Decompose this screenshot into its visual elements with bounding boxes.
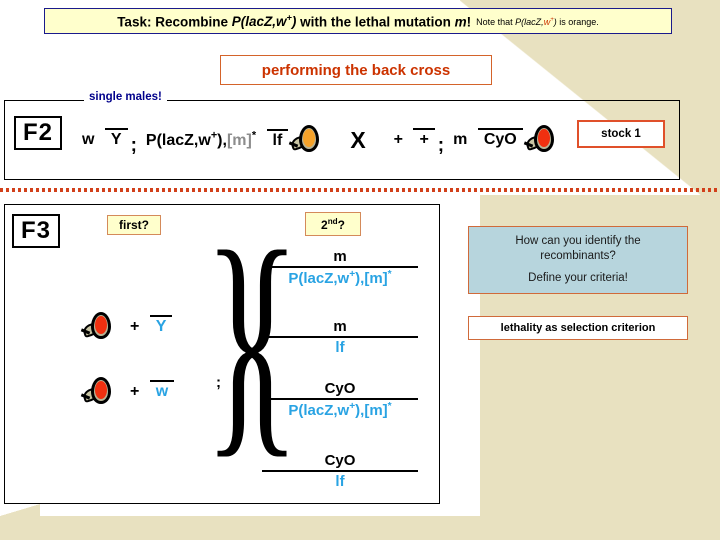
f2-chrom2-close: ), [217,132,227,150]
f2-right-chrom1-numerator: + [393,131,403,149]
f2-right-chrom2-fraction: m CyO [447,128,523,149]
fly-eye [95,381,107,399]
stock-1-box: stock 1 [577,120,665,148]
f3-left-numerator-2: + [130,383,140,401]
fly-icon-orange-eye [289,123,324,157]
fly-eye [95,316,107,334]
identify-line-3: Define your criteria! [528,271,628,284]
f2-left-chrom1-numerator: w [82,131,95,149]
f3-right-numerator-4: CyO [324,452,356,469]
background-bottom-band [0,516,720,540]
f3-r3-bracket: ),[m] [355,402,388,419]
fly-icon-red-eye [80,375,116,409]
task-text-2: with the lethal mutation [296,14,455,30]
f2-generation-tag: F2 [14,116,62,150]
single-males-legend: single males! [84,91,167,103]
f2-left-separator: ; [130,135,137,156]
f2-right-chrom1-denominator: + [413,128,435,149]
f3-right-numerator-3: CyO [324,380,356,397]
note-gene-name: P(lacZ,w+) [515,16,557,27]
f3-right-fraction-4: CyO lf [262,452,418,490]
f2-chrom2-bracket-m: [m] [226,132,252,150]
f3-right-denominator-4: lf [262,470,418,490]
task-label: Task: [117,14,152,30]
task-banner: Task: Recombine P(lacZ,w+) with the leth… [44,8,672,34]
task-banner-note: Note that P(lacZ,w+) is orange. [476,16,599,27]
f3-r1-bracket: ),[m] [355,270,388,287]
f3-right-numerator-2: m [333,318,347,335]
note-prefix: Note that [476,16,516,27]
f2-left-chrom1-fraction: w Y [76,128,128,149]
f3-r3-gene: P(lacZ,w [288,402,350,419]
f2-chrom2-gene: P(lacZ,w [145,132,211,150]
cross-symbol: X [350,126,366,153]
brace-semicolon: ; [216,374,221,391]
f3-left-fraction-2: + w [124,380,175,401]
backcross-banner: performing the back cross [220,55,492,85]
second-question-ordinal: nd [327,216,338,226]
f2-right-chrom1-fraction: + + [388,128,435,149]
f3-generation-tag: F3 [12,214,60,248]
f2-right-separator: ; [437,135,445,156]
f2-left-chrom2-numerator: P(lacZ,w+),[m]* [140,129,262,150]
second-question-box: 2nd? [305,212,361,236]
identify-line-1: How can you identify the [515,234,641,247]
dotted-divider [0,188,720,192]
f2-right-chrom2-numerator: m [453,131,468,149]
f3-left-denominator-1: Y [149,315,173,336]
f3-r1-star: * [387,269,392,280]
f3-left-fraction-1: + Y [124,315,173,336]
second-question-label: 2nd? [321,216,345,232]
task-gene-w: w [276,14,287,30]
note-suffix: is orange. [556,16,599,27]
identify-recombinants-box: How can you identify the recombinants? D… [468,226,688,294]
note-gene-prefix: P(lacZ, [515,16,544,27]
f3-r1-gene: P(lacZ,w [288,270,350,287]
f3-left-numerator-1: + [130,318,140,336]
f3-right-numerator-1: m [333,248,347,265]
task-exclamation: ! [466,14,472,30]
task-text-1: Recombine [151,14,232,30]
identify-line-2: recombinants? [540,250,616,263]
f3-right-fraction-2: m lf [262,318,418,356]
f3-left-item-1: + Y [80,310,173,344]
task-banner-text: Task: Recombine P(lacZ,w+) with the leth… [117,13,471,30]
f2-left-chrom2-fraction: P(lacZ,w+),[m]* lf [140,129,289,150]
f2-right-chrom2-denominator: CyO [477,128,523,149]
fly-eye [537,129,550,147]
fly-icon-red-eye [523,123,559,157]
f3-left-item-2: + w [80,375,175,409]
f3-right-denominator-3: P(lacZ,w+),[m]* [262,398,418,419]
task-gene-name: P(lacZ,w+) [231,13,297,30]
f2-chrom2-star: * [251,129,257,142]
f3-r3-star: * [387,401,392,412]
background-bottom-bevel [0,504,40,516]
fly-icon-red-eye [80,310,116,344]
f2-left-chrom2-denominator: lf [266,129,289,150]
f3-right-fraction-3: CyO P(lacZ,w+),[m]* [262,380,418,419]
task-mutation-name: m [454,14,467,30]
f3-right-denominator-2: lf [262,336,418,356]
task-gene-prefix: P(lacZ, [231,14,276,30]
f3-right-fraction-1: m P(lacZ,w+),[m]* [262,248,418,287]
f2-left-chrom1-denominator: Y [104,128,128,149]
first-question-box: first? [107,215,161,235]
f3-left-denominator-2: w [149,380,175,401]
selection-criterion-box: lethality as selection criterion [468,316,688,340]
f3-right-denominator-1: P(lacZ,w+),[m]* [262,266,418,287]
